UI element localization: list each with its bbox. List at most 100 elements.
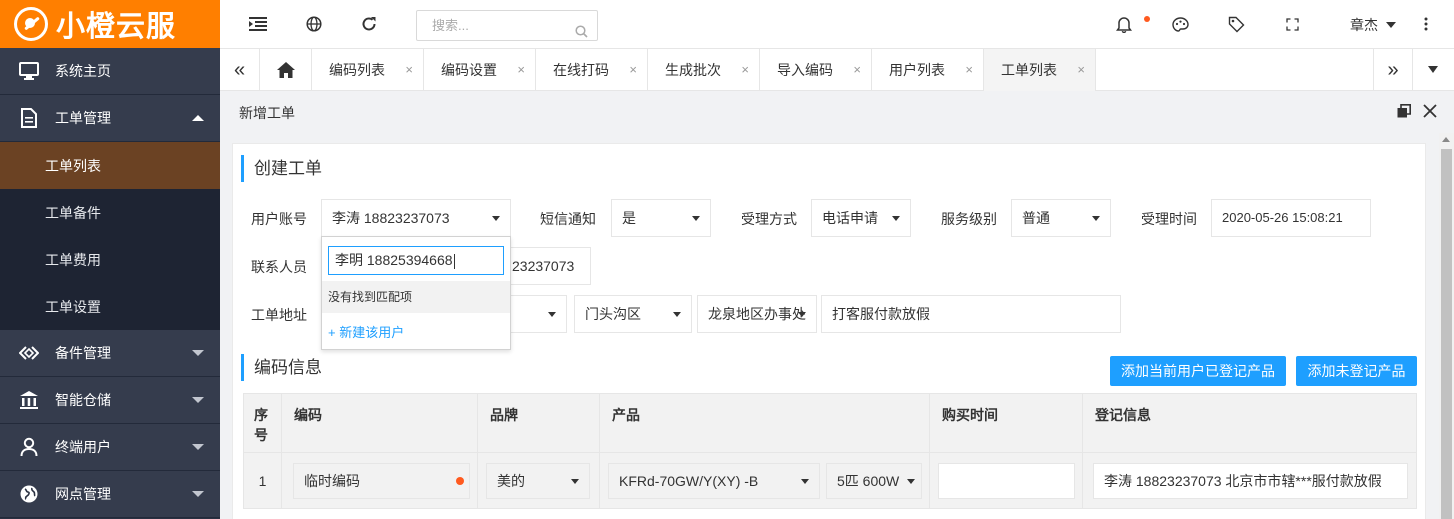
column-header-code: 编码	[282, 394, 478, 452]
sms-select[interactable]: 是	[611, 199, 711, 237]
logo-text: 小橙云服	[56, 9, 177, 43]
table-header: 序号 编码 品牌 产品 购买时间 登记信息	[243, 393, 1417, 453]
home-icon	[276, 62, 295, 78]
address-detail-input[interactable]: 打客服付款放假	[821, 295, 1121, 333]
tabs-scroll-right-icon[interactable]: »	[1373, 49, 1413, 91]
scroll-up-icon[interactable]	[1442, 137, 1450, 142]
sidebar-item-workorder[interactable]: 工单管理	[0, 95, 220, 142]
user-account-select[interactable]: 李涛 18823237073	[321, 199, 511, 237]
accept-method-value: 电话申请	[822, 210, 878, 226]
district-value: 门头沟区	[585, 306, 641, 322]
cell-purchase-time	[930, 453, 1083, 508]
chevron-down-icon[interactable]	[1386, 22, 1396, 28]
sidebar-subitem-workorder-list[interactable]: 工单列表	[0, 142, 220, 189]
sidebar-subitem-workorder-settings[interactable]: 工单设置	[0, 283, 220, 330]
required-dot	[456, 477, 464, 485]
accept-time-input[interactable]: 2020-05-26 15:08:21	[1211, 199, 1371, 237]
row-index: 1	[244, 453, 282, 508]
menu-toggle-icon[interactable]	[248, 14, 268, 34]
sms-value: 是	[622, 210, 636, 226]
tab-label: 编码列表	[329, 62, 385, 78]
register-info-input[interactable]: 李涛 18823237073 北京市市辖***服付款放假	[1093, 463, 1408, 499]
column-header-purchase-time: 购买时间	[930, 394, 1083, 452]
bell-icon[interactable]	[1114, 14, 1134, 34]
street-value: 龙泉地区办事处	[708, 306, 806, 322]
logo-icon	[14, 7, 48, 41]
search-icon[interactable]	[575, 19, 588, 48]
sidebar-item-home[interactable]: 系统主页	[0, 48, 220, 95]
contact-label: 联系人员	[251, 259, 307, 275]
tab-import-code[interactable]: 导入编码 ×	[760, 49, 872, 91]
tab-user-list[interactable]: 用户列表 ×	[872, 49, 984, 91]
user-icon	[18, 436, 40, 458]
product-select[interactable]: KFRd-70GW/Y(XY) -B	[608, 463, 820, 499]
scrollbar-thumb[interactable]	[1441, 149, 1452, 519]
user-search-input[interactable]: 李明 18825394668	[328, 246, 504, 275]
accept-time-label: 受理时间	[1141, 211, 1197, 227]
contact-phone-value: 23237073	[512, 258, 575, 274]
close-icon[interactable]: ×	[965, 62, 973, 77]
code-input[interactable]: 临时编码	[293, 463, 470, 499]
cell-register-info: 李涛 18823237073 北京市市辖***服付款放假	[1083, 453, 1418, 508]
accept-method-select[interactable]: 电话申请	[811, 199, 911, 237]
sidebar-item-label: 终端用户	[55, 439, 111, 455]
tab-home[interactable]	[260, 49, 312, 91]
close-icon[interactable]: ×	[405, 62, 413, 77]
street-select[interactable]: 龙泉地区办事处	[697, 295, 817, 333]
caret-down-icon	[798, 312, 806, 317]
district-select[interactable]: 门头沟区	[574, 295, 692, 333]
page-title: 新增工单	[239, 105, 295, 121]
purchase-time-input[interactable]	[938, 463, 1075, 499]
address-label: 工单地址	[251, 307, 307, 323]
tabs-scroll-left-icon[interactable]: «	[220, 49, 260, 91]
refresh-icon[interactable]	[359, 14, 379, 34]
sidebar-item-warehouse[interactable]: 智能仓储	[0, 377, 220, 424]
sidebar-item-endusers[interactable]: 终端用户	[0, 424, 220, 471]
tab-online-print[interactable]: 在线打码 ×	[536, 49, 648, 91]
contact-phone-input[interactable]: 23237073	[501, 247, 591, 285]
close-icon[interactable]	[1423, 104, 1437, 121]
tab-code-list[interactable]: 编码列表 ×	[312, 49, 424, 91]
tag-icon[interactable]	[1226, 14, 1246, 34]
user-account-label: 用户账号	[251, 211, 307, 227]
close-icon[interactable]: ×	[1077, 62, 1085, 77]
logo[interactable]: 小橙云服	[0, 0, 220, 48]
caret-down-icon	[692, 216, 700, 221]
close-icon[interactable]: ×	[629, 62, 637, 77]
fullscreen-icon[interactable]	[1282, 14, 1302, 34]
sidebar: 小橙云服 系统主页 工单管理 工单列表 工单备件 工单费用 工单设置 备件管理 …	[0, 0, 220, 519]
brand-select[interactable]: 美的	[486, 463, 590, 499]
cell-product: KFRd-70GW/Y(XY) -B 5匹 600W	[600, 453, 930, 508]
close-icon[interactable]: ×	[853, 62, 861, 77]
add-registered-product-button[interactable]: 添加当前用户已登记产品	[1110, 356, 1286, 386]
document-icon	[18, 107, 40, 129]
tab-code-settings[interactable]: 编码设置 ×	[424, 49, 536, 91]
more-vertical-icon[interactable]	[1416, 14, 1436, 34]
spec-select[interactable]: 5匹 600W	[826, 463, 922, 499]
column-header-register-info: 登记信息	[1095, 407, 1151, 423]
close-icon[interactable]: ×	[741, 62, 749, 77]
user-name[interactable]: 章杰	[1350, 15, 1378, 35]
close-icon[interactable]: ×	[517, 62, 525, 77]
globe-icon[interactable]	[304, 14, 324, 34]
tab-generate-batch[interactable]: 生成批次 ×	[648, 49, 760, 91]
accept-time-value: 2020-05-26 15:08:21	[1222, 210, 1343, 225]
search-input[interactable]: 搜索...	[416, 10, 598, 41]
service-level-select[interactable]: 普通	[1011, 199, 1111, 237]
add-unregistered-product-button[interactable]: 添加未登记产品	[1296, 356, 1417, 386]
sidebar-subitem-workorder-fees[interactable]: 工单费用	[0, 236, 220, 283]
workorder-submenu: 工单列表 工单备件 工单费用 工单设置	[0, 142, 220, 330]
text-cursor	[453, 253, 455, 269]
column-header-product: 产品	[600, 394, 930, 452]
sidebar-item-outlets[interactable]: 网点管理	[0, 471, 220, 518]
sidebar-item-label: 网点管理	[55, 486, 111, 502]
globe-icon	[18, 483, 40, 505]
tabs-menu-icon[interactable]	[1413, 49, 1453, 91]
theme-palette-icon[interactable]	[1170, 14, 1190, 34]
sidebar-item-parts[interactable]: 备件管理	[0, 330, 220, 377]
tab-workorder-list[interactable]: 工单列表 ×	[984, 49, 1096, 91]
restore-window-icon[interactable]	[1397, 104, 1411, 121]
brand-value: 美的	[497, 473, 525, 489]
sidebar-subitem-workorder-parts[interactable]: 工单备件	[0, 189, 220, 236]
create-user-link[interactable]: + 新建该用户	[328, 322, 404, 341]
